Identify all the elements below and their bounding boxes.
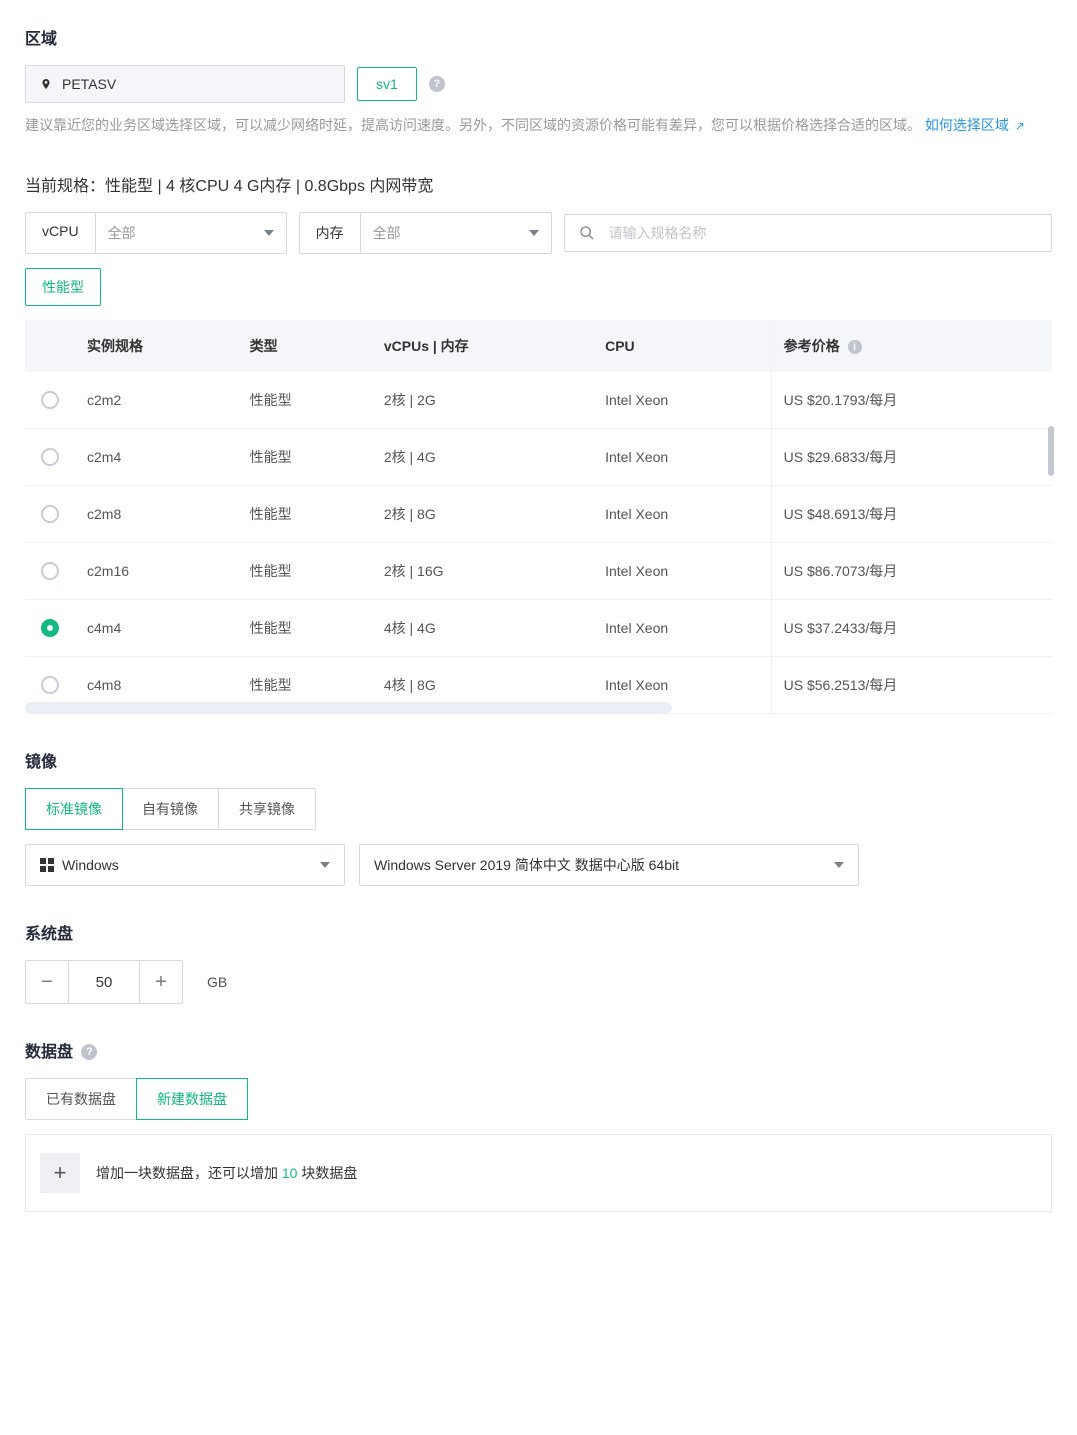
caret-down-icon (320, 862, 330, 868)
system-disk-size-input[interactable] (68, 961, 140, 1003)
cell-type: 性能型 (238, 600, 372, 657)
cell-vcpu-mem: 2核 | 2G (372, 372, 593, 429)
help-icon[interactable]: ? (81, 1044, 97, 1060)
data-disk-tab[interactable]: 已有数据盘 (26, 1079, 137, 1119)
cell-name: c2m2 (75, 372, 238, 429)
os-select[interactable]: Windows (25, 844, 345, 886)
radio-button[interactable] (41, 505, 59, 523)
cell-cpu: Intel Xeon (593, 543, 771, 600)
increment-button[interactable]: + (140, 961, 182, 1003)
spec-row[interactable]: c2m8性能型2核 | 8GIntel XeonUS $48.6913/每月 (25, 486, 1052, 543)
cell-price: US $20.1793/每月 (771, 372, 1052, 429)
col-vcpu-mem: vCPUs | 内存 (372, 320, 593, 372)
add-disk-button[interactable]: + (40, 1153, 80, 1193)
radio-button[interactable] (41, 619, 59, 637)
caret-down-icon (529, 230, 539, 236)
cell-cpu: Intel Xeon (593, 372, 771, 429)
spec-row[interactable]: c4m4性能型4核 | 4GIntel XeonUS $37.2433/每月 (25, 600, 1052, 657)
vcpu-filter[interactable]: vCPU 全部 (25, 212, 287, 254)
spec-table-wrap: 实例规格 类型 vCPUs | 内存 CPU 参考价格 i c2m2性能型2核 … (25, 320, 1052, 714)
cell-cpu: Intel Xeon (593, 429, 771, 486)
spec-table: 实例规格 类型 vCPUs | 内存 CPU 参考价格 i c2m2性能型2核 … (25, 320, 1052, 714)
cell-price: US $37.2433/每月 (771, 600, 1052, 657)
cell-name: c4m4 (75, 600, 238, 657)
radio-button[interactable] (41, 562, 59, 580)
search-icon (579, 225, 595, 241)
image-tab[interactable]: 自有镜像 (122, 789, 219, 829)
col-name: 实例规格 (75, 320, 238, 372)
cell-name: c2m16 (75, 543, 238, 600)
region-selected-value: PETASV (62, 76, 116, 92)
caret-down-icon (264, 230, 274, 236)
spec-search-input[interactable] (609, 225, 1037, 241)
data-disk-tab[interactable]: 新建数据盘 (136, 1078, 248, 1120)
cell-vcpu-mem: 2核 | 16G (372, 543, 593, 600)
col-price: 参考价格 i (771, 320, 1052, 372)
spec-type-tab[interactable]: 性能型 (25, 268, 101, 306)
spec-search-box[interactable] (564, 214, 1052, 252)
cell-type: 性能型 (238, 372, 372, 429)
image-tab[interactable]: 标准镜像 (25, 788, 123, 830)
region-title: 区域 (25, 25, 1052, 49)
image-tabs: 标准镜像自有镜像共享镜像 (25, 788, 316, 830)
external-link-icon: ↗ (1015, 119, 1025, 133)
cell-price: US $86.7073/每月 (771, 543, 1052, 600)
data-disk-tabs: 已有数据盘新建数据盘 (25, 1078, 248, 1120)
spec-summary: 当前规格：性能型 | 4 核CPU 4 G内存 | 0.8Gbps 内网带宽 (25, 172, 1052, 196)
add-disk-box: + 增加一块数据盘，还可以增加 10 块数据盘 (25, 1134, 1052, 1212)
radio-button[interactable] (41, 391, 59, 409)
region-help-link[interactable]: 如何选择区域 ↗ (925, 117, 1025, 133)
add-disk-text: 增加一块数据盘，还可以增加 10 块数据盘 (96, 1163, 357, 1183)
cell-vcpu-mem: 2核 | 8G (372, 486, 593, 543)
col-type: 类型 (238, 320, 372, 372)
spec-row[interactable]: c2m4性能型2核 | 4GIntel XeonUS $29.6833/每月 (25, 429, 1052, 486)
data-disk-title: 数据盘 ? (25, 1038, 1052, 1062)
image-tab[interactable]: 共享镜像 (219, 789, 315, 829)
radio-button[interactable] (41, 676, 59, 694)
memory-filter[interactable]: 内存 全部 (299, 212, 552, 254)
help-icon[interactable]: ? (429, 76, 445, 92)
region-selector[interactable]: PETASV (25, 65, 345, 103)
zone-tag[interactable]: sv1 (357, 67, 417, 101)
spec-row[interactable]: c2m2性能型2核 | 2GIntel XeonUS $20.1793/每月 (25, 372, 1052, 429)
decrement-button[interactable]: − (26, 961, 68, 1003)
system-disk-unit: GB (207, 974, 227, 990)
cell-name: c2m4 (75, 429, 238, 486)
cell-cpu: Intel Xeon (593, 486, 771, 543)
cell-type: 性能型 (238, 429, 372, 486)
cell-type: 性能型 (238, 486, 372, 543)
spec-row[interactable]: c2m16性能型2核 | 16GIntel XeonUS $86.7073/每月 (25, 543, 1052, 600)
radio-button[interactable] (41, 448, 59, 466)
windows-icon (40, 858, 54, 872)
vertical-scrollbar[interactable] (1048, 426, 1054, 476)
location-pin-icon (40, 76, 52, 92)
cell-price: US $48.6913/每月 (771, 486, 1052, 543)
system-disk-stepper: − + (25, 960, 183, 1004)
region-hint: 建议靠近您的业务区域选择区域，可以减少网络时延，提高访问速度。另外，不同区域的资… (25, 113, 1052, 138)
caret-down-icon (834, 862, 844, 868)
system-disk-title: 系统盘 (25, 920, 1052, 944)
cell-price: US $56.2513/每月 (771, 657, 1052, 714)
cell-vcpu-mem: 2核 | 4G (372, 429, 593, 486)
cell-price: US $29.6833/每月 (771, 429, 1052, 486)
image-title: 镜像 (25, 748, 1052, 772)
os-version-select[interactable]: Windows Server 2019 简体中文 数据中心版 64bit (359, 844, 859, 886)
col-cpu: CPU (593, 320, 771, 372)
cell-type: 性能型 (238, 543, 372, 600)
info-icon[interactable]: i (848, 340, 862, 354)
cell-cpu: Intel Xeon (593, 600, 771, 657)
cell-vcpu-mem: 4核 | 4G (372, 600, 593, 657)
horizontal-scrollbar[interactable] (25, 702, 672, 714)
cell-name: c2m8 (75, 486, 238, 543)
